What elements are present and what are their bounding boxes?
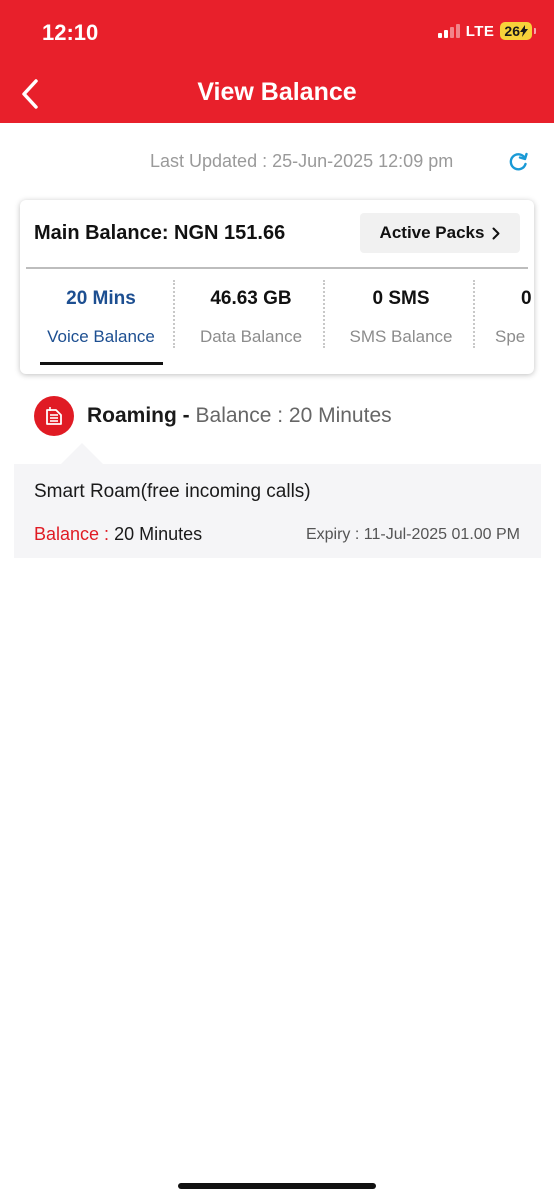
tab-value: 0 SMS — [372, 288, 430, 309]
network-type: LTE — [465, 22, 495, 40]
tab-data-balance[interactable]: 46.63 GB Data Balance — [175, 280, 327, 368]
pack-expiry: Expiry : 11-Jul-2025 01.00 PM — [305, 526, 520, 543]
signal-icon — [437, 24, 460, 38]
roaming-pack: Smart Roam(free incoming calls) Balance … — [14, 464, 541, 558]
roaming-balance: Balance : 20 Minutes — [189, 404, 392, 427]
status-indicators: LTE 26 — [437, 22, 536, 40]
pack-balance-label: Balance : — [34, 524, 110, 544]
tab-value: 20 Mins — [66, 288, 136, 309]
tab-label: SMS Balance — [349, 327, 453, 346]
card-divider — [26, 267, 528, 269]
tab-label: Data Balance — [199, 327, 303, 346]
active-tab-indicator — [40, 362, 163, 365]
tab-label: Voice Balance — [47, 327, 155, 346]
home-indicator[interactable] — [178, 1183, 376, 1189]
roaming-section-header: Roaming - Balance : 20 Minutes — [34, 396, 514, 436]
pack-balance-value: 20 Minutes — [109, 524, 203, 544]
tab-voice-balance[interactable]: 20 Mins Voice Balance — [25, 280, 177, 368]
battery-icon: 26 — [500, 22, 536, 40]
balance-tabs: 20 Mins Voice Balance 46.63 GB Data Bala… — [20, 280, 534, 374]
tab-sms-balance[interactable]: 0 SMS SMS Balance — [325, 280, 477, 368]
balance-card: Main Balance: NGN 151.66 Active Packs 20… — [20, 200, 534, 374]
app-header: 12:10 LTE 26 View Balance — [0, 0, 554, 123]
chevron-right-icon — [492, 227, 500, 239]
battery-level: 26 — [504, 23, 520, 39]
status-time: 12:10 — [42, 20, 99, 45]
pack-pointer — [60, 443, 104, 465]
tab-value: 46.63 GB — [210, 288, 292, 309]
roaming-summary: Roaming - Balance : 20 Minutes — [87, 404, 392, 428]
tab-special-balance[interactable]: 0 Spe — [475, 280, 534, 368]
refresh-icon — [509, 152, 528, 171]
pack-name: Smart Roam(free incoming calls) — [34, 481, 311, 502]
active-packs-label: Active Packs — [379, 223, 485, 242]
refresh-button[interactable] — [505, 149, 531, 175]
tab-label: Spe — [495, 327, 526, 346]
sim-card-icon — [34, 396, 74, 436]
active-packs-button[interactable]: Active Packs — [360, 213, 520, 253]
roaming-title: Roaming - — [87, 404, 190, 427]
page-title: View Balance — [197, 78, 357, 106]
tab-value: 0 — [521, 288, 532, 309]
main-balance: Main Balance: NGN 151.66 — [34, 222, 286, 244]
charging-bolt-icon — [520, 25, 528, 37]
last-updated-text: Last Updated : 25-Jun-2025 12:09 pm — [150, 151, 454, 171]
pack-balance: Balance : 20 Minutes — [34, 524, 202, 545]
